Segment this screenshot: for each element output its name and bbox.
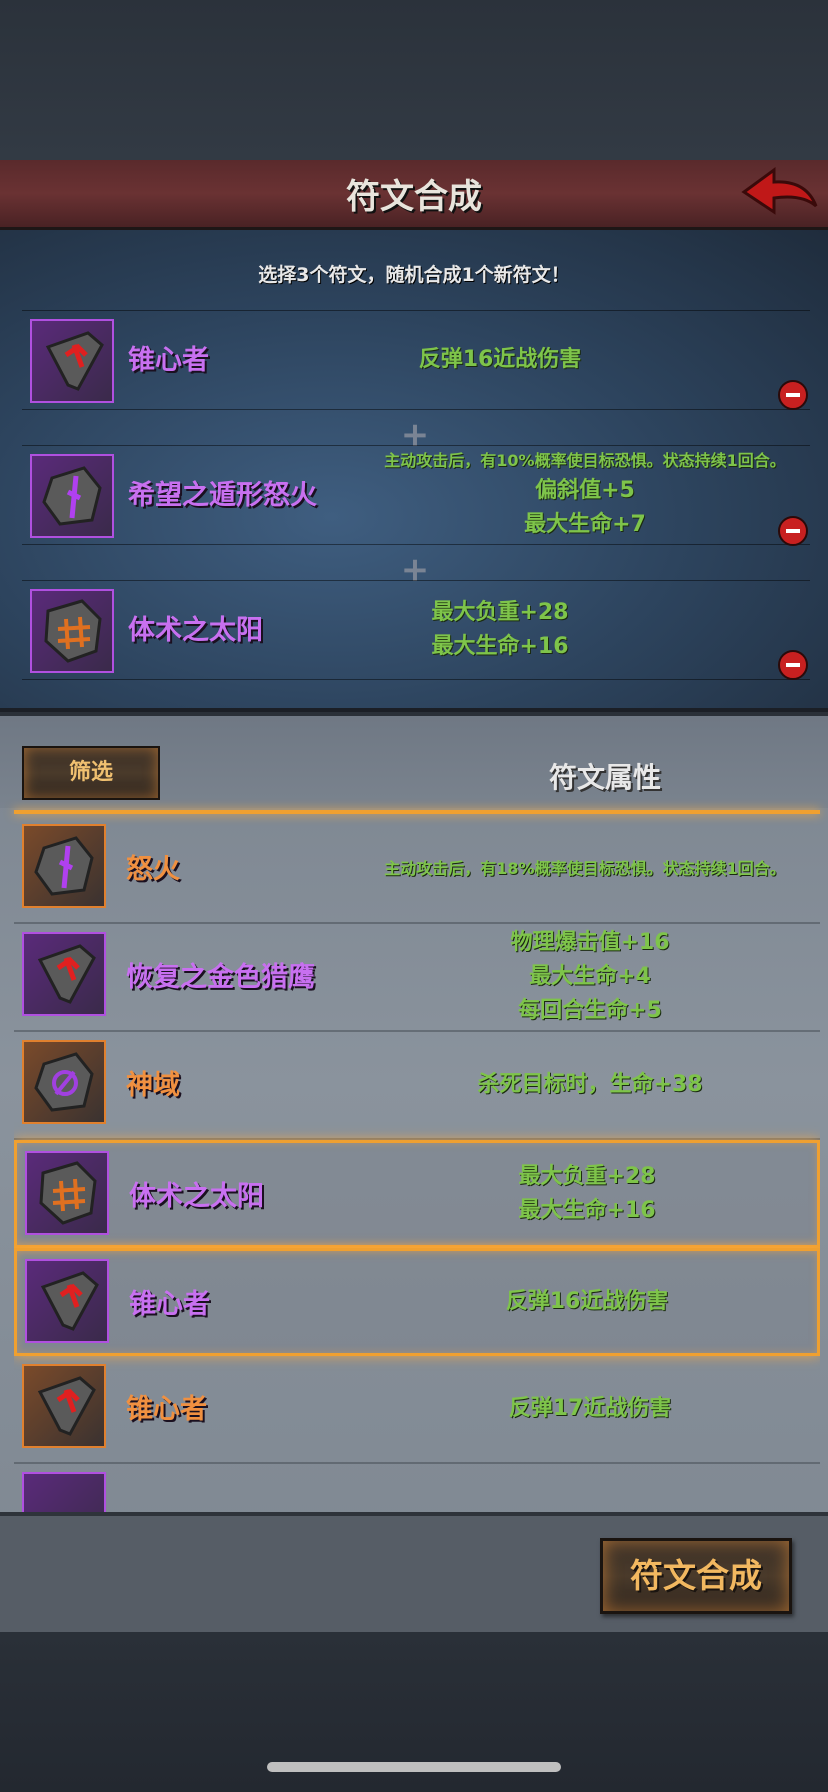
list-item[interactable]: 锥心者 反弹17近战伤害 [14,1356,820,1464]
attr-line: 物理爆击值+16 [510,930,670,955]
rune-attributes: 最大负重+28 最大生命+16 [280,581,720,679]
rune-sun-icon [39,1161,97,1225]
rune-attributes: 最大负重+28 最大生命+16 [387,1143,787,1245]
rune-attributes: 物理爆击值+16 最大生命+4 每回合生命+5 [390,924,790,1030]
rune-fury-icon [42,466,102,526]
list-item[interactable]: 神域 杀死目标时，生命+38 [14,1032,820,1140]
footer-bar: 符文合成 [0,1512,828,1632]
rune-name: 恢复之金色猎鹰 [126,962,315,993]
rune-fury-icon [34,836,94,896]
rune-icon-frame [22,932,106,1016]
list-item-selected[interactable]: 锥心者 反弹16近战伤害 [14,1248,820,1356]
rune-name: 锥心者 [126,1394,207,1425]
attr-line: 反弹17近战伤害 [508,1396,672,1421]
remove-slot-2-button[interactable] [778,516,808,546]
rune-name: 体术之太阳 [128,615,263,646]
rune-domain-icon [34,1052,94,1112]
list-title: 符文属性 [548,761,661,794]
compose-slot-2[interactable]: 希望之遁形怒火 主动攻击后，有10%概率使目标恐惧。状态持续1回合。 偏斜值+5… [22,445,810,545]
rune-icon-frame [25,1151,109,1235]
attr-line: 最大生命+7 [524,512,646,537]
compose-slot-1[interactable]: 锥心者 反弹16近战伤害 [22,310,810,410]
attr-line: 主动攻击后，有18%概率使目标恐惧。状态持续1回合。 [384,859,786,878]
rune-heart-piercer-icon [40,1271,99,1331]
rune-slot-icon [30,319,114,403]
rune-heart-piercer-icon [45,331,104,391]
attr-line: 反弹16近战伤害 [418,347,582,372]
attr-line: 最大负重+28 [518,1164,656,1189]
filter-button[interactable]: 筛选 [22,746,160,800]
rune-name: 锥心者 [128,345,209,376]
rune-list[interactable]: 怒火 主动攻击后，有18%概率使目标恐惧。状态持续1回合。 恢复之金色猎鹰 物理… [14,816,820,1611]
rune-name: 神域 [126,1070,180,1101]
rune-list-panel: 筛选 符文属性 怒火 主动攻击后，有18%概率使目标恐惧。状态持续1回合。 恢复… [0,716,828,1631]
rune-attributes: 反弹16近战伤害 [280,311,720,409]
home-indicator[interactable] [267,1762,561,1772]
rune-name: 怒火 [126,854,180,885]
attr-line: 反弹16近战伤害 [505,1289,669,1314]
attr-line: 最大负重+28 [431,600,569,625]
rune-name: 体术之太阳 [129,1181,264,1212]
compose-panel: 选择3个符文，随机合成1个新符文！ 锥心者 反弹16近战伤害 + 希望之遁形怒火… [0,230,828,712]
attr-line: 主动攻击后，有10%概率使目标恐惧。状态持续1回合。 [384,451,786,470]
back-button[interactable] [740,166,820,224]
rune-attributes: 杀死目标时，生命+38 [390,1032,790,1138]
attr-line: 杀死目标时，生命+38 [477,1072,703,1097]
rune-attributes: 反弹17近战伤害 [390,1356,790,1462]
attr-line: 最大生命+4 [529,964,651,989]
compose-slot-3[interactable]: 体术之太阳 最大负重+28 最大生命+16 [22,580,810,680]
list-item[interactable]: 恢复之金色猎鹰 物理爆击值+16 最大生命+4 每回合生命+5 [14,924,820,1032]
rune-heart-piercer-icon [37,1376,96,1436]
remove-slot-3-button[interactable] [778,650,808,680]
rune-slot-icon [30,454,114,538]
rune-name: 锥心者 [129,1289,210,1320]
rune-attributes: 反弹16近战伤害 [387,1251,787,1353]
page-title: 符文合成 [346,177,482,217]
back-arrow-icon [741,167,818,215]
rune-icon-frame [22,1364,106,1448]
title-bar: 符文合成 [0,160,828,230]
attr-line: 最大生命+16 [518,1198,656,1223]
rune-heart-piercer-icon [37,944,96,1004]
list-header: 筛选 符文属性 [0,716,828,808]
rune-icon-frame [22,824,106,908]
list-item-selected[interactable]: 体术之太阳 最大负重+28 最大生命+16 [14,1140,820,1248]
rune-attributes: 主动攻击后，有10%概率使目标恐惧。状态持续1回合。 偏斜值+5 最大生命+7 [350,446,820,544]
rune-icon-frame [25,1259,109,1343]
rune-attributes: 主动攻击后，有18%概率使目标恐惧。状态持续1回合。 [350,816,820,922]
rune-sun-icon [44,599,102,663]
remove-slot-1-button[interactable] [778,380,808,410]
attr-line: 偏斜值+5 [535,478,635,503]
status-area [0,0,828,160]
rune-slot-icon [30,589,114,673]
list-item[interactable]: 怒火 主动攻击后，有18%概率使目标恐惧。状态持续1回合。 [14,816,820,924]
attr-line: 最大生命+16 [431,634,569,659]
rune-name: 希望之遁形怒火 [128,480,317,511]
rune-icon-frame [22,1040,106,1124]
compose-instruction: 选择3个符文，随机合成1个新符文！ [258,264,570,286]
list-top-divider [14,810,820,814]
attr-line: 每回合生命+5 [518,998,662,1023]
synthesize-button[interactable]: 符文合成 [600,1538,792,1614]
